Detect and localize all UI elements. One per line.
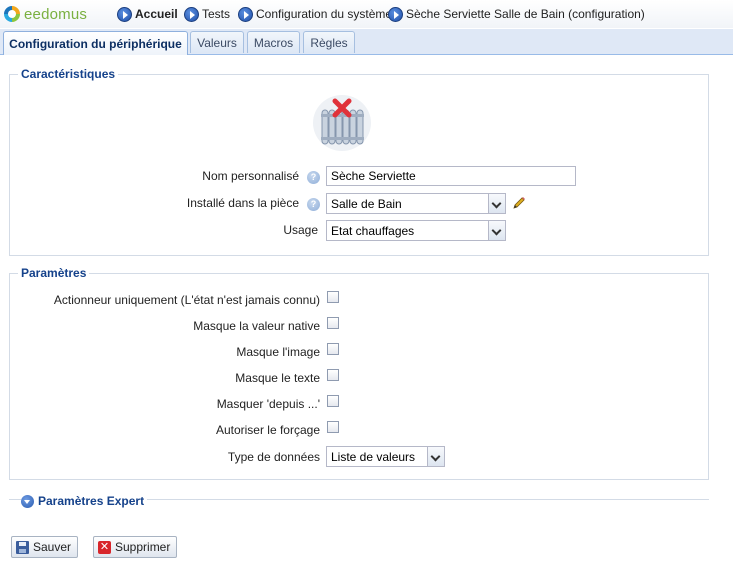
room-select-value: Salle de Bain [331, 197, 402, 211]
top-bar: eedomus Accueil Tests Configuration du s… [0, 0, 733, 28]
pencil-icon[interactable] [511, 195, 527, 211]
breadcrumb-label: Configuration du système [256, 7, 393, 21]
tab-bar: Configuration du périphérique Valeurs Ma… [0, 29, 733, 55]
checkbox-label: Masque le texte [235, 371, 320, 385]
breadcrumb-device-config[interactable]: Sèche Serviette Salle de Bain (configura… [388, 5, 645, 23]
arrow-right-icon [238, 6, 253, 22]
expert-parameters-toggle[interactable]: Paramètres Expert [21, 494, 148, 508]
allow-forcing-checkbox[interactable] [327, 421, 339, 433]
tab-rules[interactable]: Règles [303, 31, 355, 53]
tab-macros[interactable]: Macros [247, 31, 300, 53]
chevron-down-icon[interactable] [488, 194, 505, 213]
data-type-select-value: Liste de valeurs [331, 450, 416, 464]
name-input[interactable] [326, 166, 576, 186]
chevron-down-icon[interactable] [488, 221, 505, 240]
tab-device-configuration[interactable]: Configuration du périphérique [3, 31, 188, 55]
checkbox-label: Masque l'image [236, 345, 320, 359]
characteristics-legend: Caractéristiques [18, 67, 119, 81]
breadcrumb-system-config[interactable]: Configuration du système [238, 5, 392, 23]
delete-button[interactable]: ✕ Supprimer [93, 536, 178, 558]
arrow-right-icon [117, 6, 132, 22]
help-icon[interactable]: ? [307, 171, 320, 184]
floppy-disk-icon [16, 540, 29, 554]
breadcrumb-label: Tests [202, 7, 231, 21]
help-icon[interactable]: ? [307, 198, 320, 211]
breadcrumb-label: Accueil [135, 7, 178, 21]
usage-select-value: Etat chauffages [331, 224, 415, 238]
chevron-down-icon[interactable] [427, 447, 444, 466]
breadcrumb-tests[interactable]: Tests [184, 5, 230, 23]
checkbox-label: Autoriser le forçage [215, 423, 320, 437]
hide-native-value-checkbox[interactable] [327, 317, 339, 329]
delete-icon: ✕ [98, 540, 111, 554]
room-select[interactable]: Salle de Bain [326, 193, 506, 214]
expert-legend: Paramètres Expert [38, 494, 145, 508]
hide-text-checkbox[interactable] [327, 369, 339, 381]
name-label: Nom personnalisé [202, 169, 299, 183]
expand-icon [21, 494, 34, 508]
logo-text: eedomus [24, 5, 88, 23]
checkbox-label: Actionneur uniquement (L'état n'est jama… [53, 293, 320, 307]
breadcrumb-home[interactable]: Accueil [117, 5, 178, 23]
hide-image-checkbox[interactable] [327, 343, 339, 355]
data-type-label: Type de données [227, 450, 320, 464]
tab-values[interactable]: Valeurs [190, 31, 244, 53]
delete-button-label: Supprimer [115, 540, 171, 554]
usage-select[interactable]: Etat chauffages [326, 220, 506, 241]
usage-label: Usage [283, 223, 318, 237]
eedomus-logo[interactable]: eedomus [4, 3, 87, 25]
arrow-right-icon [388, 6, 403, 22]
radiator-icon[interactable] [312, 93, 372, 153]
hide-since-checkbox[interactable] [327, 395, 339, 407]
save-button-label: Sauver [33, 540, 72, 554]
logo-ring-icon [4, 6, 20, 22]
arrow-right-icon [184, 6, 199, 22]
room-label: Installé dans la pièce [186, 196, 299, 210]
data-type-select[interactable]: Liste de valeurs [326, 446, 445, 467]
checkbox-label: Masquer 'depuis ...' [216, 397, 320, 411]
characteristics-fieldset: Caractéristiques Nom personnalisé ? Sèch… [9, 67, 709, 256]
breadcrumb-label: Sèche Serviette Salle de Bain (configura… [406, 7, 645, 21]
actuator-only-checkbox[interactable] [327, 291, 339, 303]
parameters-legend: Paramètres [18, 266, 90, 280]
main-content: Caractéristiques Nom personnalisé ? Sèch… [0, 55, 733, 567]
parameters-fieldset: Paramètres Actionneur uniquement (L'état… [9, 266, 709, 480]
save-button[interactable]: Sauver [11, 536, 79, 558]
checkbox-label: Masque la valeur native [193, 319, 320, 333]
